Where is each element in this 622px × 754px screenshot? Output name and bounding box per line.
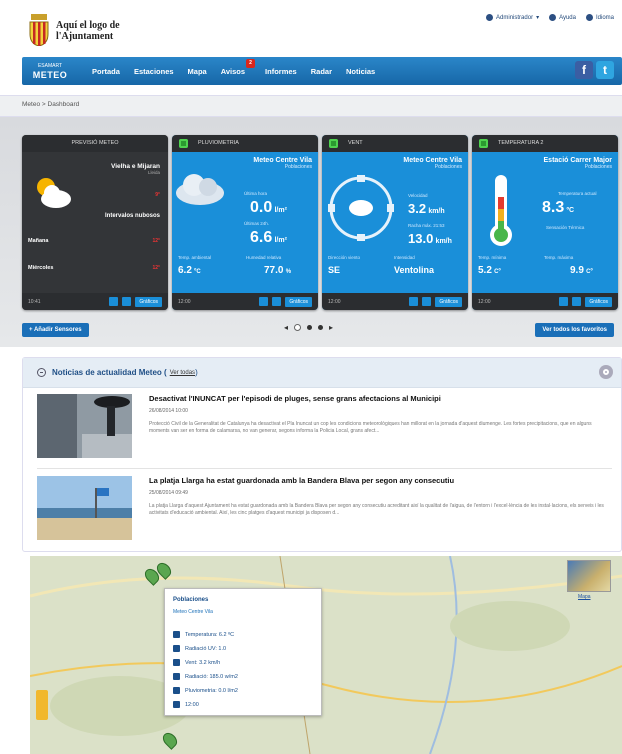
- page-dot[interactable]: [294, 324, 302, 331]
- user-icon: [486, 14, 494, 21]
- carousel-pager: ◂ ▸: [284, 323, 333, 332]
- twitter-icon[interactable]: t: [596, 61, 614, 79]
- help-link[interactable]: Ayuda: [549, 14, 576, 21]
- logo-text: Aquí el logo de l'Ajuntament: [56, 20, 120, 42]
- graphs-button[interactable]: Gráficos: [135, 296, 162, 307]
- top-links: Administrador ▾ Ayuda Idioma: [486, 14, 614, 21]
- news-panel: Noticias de actualidad Meteo (Ver todas)…: [22, 357, 622, 552]
- add-sensors-button[interactable]: + Añadir Sensores: [22, 323, 89, 337]
- clock-icon: [173, 701, 180, 708]
- nav-informes[interactable]: Informes: [265, 67, 297, 76]
- page-dot[interactable]: [318, 325, 324, 330]
- breadcrumb-bar: [0, 95, 622, 117]
- help-icon: [549, 14, 557, 21]
- avisos-badge: 2: [246, 58, 256, 68]
- nav-mapa[interactable]: Mapa: [188, 67, 207, 76]
- news-item-title[interactable]: Desactivat l'INUNCAT per l'episodi de pl…: [149, 394, 441, 403]
- thermometer-icon: [173, 631, 180, 638]
- main-nav: ESAMART METEO Portada Estaciones Mapa Avi…: [22, 57, 622, 85]
- admin-link[interactable]: Administrador ▾: [486, 14, 539, 21]
- wind-icon: [173, 659, 180, 666]
- wind-card: VENT Meteo Centre Vila Poblaciones Veloci…: [322, 135, 468, 310]
- sun-cloud-icon: [37, 178, 71, 208]
- news-image-rain: [37, 394, 132, 458]
- collapse-icon[interactable]: [37, 368, 46, 377]
- brand-logo[interactable]: ESAMART METEO: [22, 57, 78, 85]
- uv-icon: [173, 645, 180, 652]
- prev-arrow-icon[interactable]: ◂: [284, 323, 288, 332]
- language-link[interactable]: Idioma: [585, 14, 614, 21]
- breadcrumb: Meteo > Dashboard: [22, 101, 80, 108]
- news-item-title[interactable]: La platja Llarga ha estat guardonada amb…: [149, 476, 454, 485]
- gear-icon[interactable]: [599, 365, 613, 379]
- wind-compass-icon: [328, 175, 394, 241]
- graphs-button[interactable]: Gráficos: [435, 296, 462, 307]
- news-title: Noticias de actualidad Meteo: [52, 368, 162, 377]
- forecast-city: Vielha e Mijaran: [110, 163, 160, 170]
- radiation-icon: [173, 673, 180, 680]
- nav-radar[interactable]: Radar: [311, 67, 332, 76]
- nav-noticias[interactable]: Noticias: [346, 67, 375, 76]
- page-dot[interactable]: [307, 325, 313, 330]
- temperature-card: TEMPERATURA 2 Estació Carrer Major Poblac…: [472, 135, 618, 310]
- popup-station-link[interactable]: Meteo Centre Vila: [173, 609, 213, 615]
- stations-map[interactable]: [30, 556, 622, 754]
- rain-gauge-icon: [173, 687, 180, 694]
- view-favorites-button[interactable]: Ver todos los favoritos: [535, 323, 614, 337]
- nav-avisos[interactable]: Avisos 2: [221, 58, 256, 76]
- thermometer-icon: [490, 175, 512, 246]
- rain-card: PLUVIOMETRIA Meteo Centre Vila Poblacione…: [172, 135, 318, 310]
- graphs-button[interactable]: Gráficos: [585, 296, 612, 307]
- map-type-thumbnail[interactable]: [567, 560, 611, 592]
- news-image-beach: [37, 476, 132, 540]
- next-arrow-icon[interactable]: ▸: [329, 323, 333, 332]
- forecast-card: PREVISIÓ METEO Vielha e Mijaran Lleida 9°…: [22, 135, 168, 310]
- streetview-pegman-icon[interactable]: [36, 690, 48, 720]
- map-type-label[interactable]: Mapa: [578, 594, 591, 600]
- nav-estaciones[interactable]: Estaciones: [134, 67, 174, 76]
- nav-portada[interactable]: Portada: [92, 67, 120, 76]
- globe-icon: [585, 14, 593, 21]
- facebook-icon[interactable]: f: [575, 61, 593, 79]
- breadcrumb-home[interactable]: Meteo: [22, 101, 40, 108]
- graphs-button[interactable]: Gráficos: [285, 296, 312, 307]
- ajuntament-logo: [29, 14, 49, 46]
- view-all-link[interactable]: Ver todas: [170, 370, 195, 376]
- cloud-icon: [176, 174, 224, 205]
- station-popup: Poblaciones Meteo Centre Vila Temperatur…: [164, 588, 322, 716]
